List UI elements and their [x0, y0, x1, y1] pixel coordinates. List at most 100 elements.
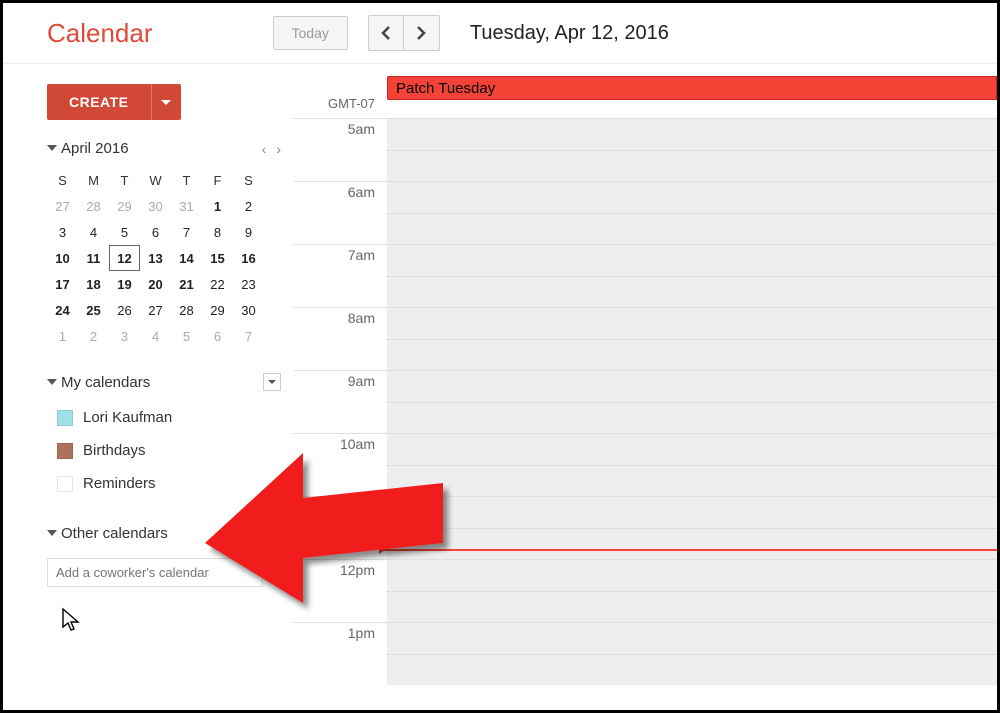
- mini-day-cell[interactable]: 27: [140, 297, 171, 323]
- hour-label: 1pm: [293, 623, 387, 685]
- mini-day-cell[interactable]: 20: [140, 271, 171, 297]
- mini-day-cell[interactable]: 26: [109, 297, 140, 323]
- mini-day-cell[interactable]: 17: [47, 271, 78, 297]
- mini-prev-month-button[interactable]: ‹: [262, 141, 267, 157]
- mini-day-cell[interactable]: 4: [140, 323, 171, 349]
- my-calendars-title: My calendars: [61, 374, 263, 391]
- mini-day-cell[interactable]: 5: [109, 219, 140, 245]
- hour-row[interactable]: 5am: [293, 118, 997, 181]
- hour-row[interactable]: 10am: [293, 433, 997, 496]
- other-calendars-title: Other calendars: [61, 525, 263, 542]
- mini-day-cell[interactable]: 1: [47, 323, 78, 349]
- hour-cell[interactable]: [387, 560, 997, 622]
- mini-day-cell[interactable]: 27: [47, 193, 78, 219]
- allday-event[interactable]: Patch Tuesday: [387, 76, 997, 100]
- mini-day-cell[interactable]: 7: [233, 323, 264, 349]
- mini-dow-label: T: [109, 167, 140, 193]
- collapse-icon: [47, 526, 57, 541]
- other-calendars-header[interactable]: Other calendars: [47, 524, 281, 542]
- mini-day-cell[interactable]: 31: [171, 193, 202, 219]
- mini-day-cell[interactable]: 2: [233, 193, 264, 219]
- mini-day-cell[interactable]: 21: [171, 271, 202, 297]
- mini-day-cell[interactable]: 30: [140, 193, 171, 219]
- hour-label: 8am: [293, 308, 387, 370]
- mini-calendar-title: April 2016: [61, 140, 262, 157]
- mini-day-cell[interactable]: 6: [202, 323, 233, 349]
- hour-cell[interactable]: [387, 245, 997, 307]
- mini-day-cell[interactable]: 13: [140, 245, 171, 271]
- calendar-item[interactable]: Birthdays: [47, 434, 281, 467]
- hour-row[interactable]: 6am: [293, 181, 997, 244]
- mini-day-cell[interactable]: 11: [78, 245, 109, 271]
- mini-day-cell[interactable]: 10: [47, 245, 78, 271]
- mini-day-cell[interactable]: 14: [171, 245, 202, 271]
- mini-dow-label: W: [140, 167, 171, 193]
- hour-row[interactable]: 7am: [293, 244, 997, 307]
- mini-day-cell[interactable]: 23: [233, 271, 264, 297]
- mini-day-cell[interactable]: 2: [78, 323, 109, 349]
- mini-day-cell[interactable]: 29: [202, 297, 233, 323]
- hour-label: 7am: [293, 245, 387, 307]
- hour-row[interactable]: 9am: [293, 370, 997, 433]
- mini-day-cell[interactable]: 4: [78, 219, 109, 245]
- create-button[interactable]: CREATE: [47, 84, 151, 120]
- mini-day-cell[interactable]: 28: [171, 297, 202, 323]
- current-date-display: Tuesday, Apr 12, 2016: [470, 22, 669, 45]
- mini-day-cell[interactable]: 5: [171, 323, 202, 349]
- hour-row[interactable]: 1pm: [293, 622, 997, 685]
- hour-label: 10am: [293, 434, 387, 496]
- header: Calendar Today Tuesday, Apr 12, 2016: [3, 3, 997, 64]
- mini-day-cell[interactable]: 18: [78, 271, 109, 297]
- mini-day-cell[interactable]: 25: [78, 297, 109, 323]
- mini-day-cell[interactable]: 19: [109, 271, 140, 297]
- mini-day-cell[interactable]: 29: [109, 193, 140, 219]
- chevron-right-icon: [416, 26, 426, 40]
- mini-calendar: SMTWTFS272829303112345678910111213141516…: [47, 167, 267, 349]
- day-view: GMT-07 Patch Tuesday 5am6am7am8am9am10am…: [293, 64, 997, 685]
- hour-cell[interactable]: [387, 623, 997, 685]
- mini-day-cell[interactable]: 12: [109, 245, 140, 271]
- prev-day-button[interactable]: [368, 15, 404, 51]
- hour-grid[interactable]: 5am6am7am8am9am10am11am12pm1pm: [293, 118, 997, 685]
- my-calendars-menu-button[interactable]: [263, 373, 281, 391]
- mini-day-cell[interactable]: 24: [47, 297, 78, 323]
- mini-day-cell[interactable]: 30: [233, 297, 264, 323]
- hour-cell[interactable]: [387, 434, 997, 496]
- mini-day-cell[interactable]: 8: [202, 219, 233, 245]
- calendar-item-label: Lori Kaufman: [83, 409, 172, 426]
- mini-day-cell[interactable]: 9: [233, 219, 264, 245]
- chevron-left-icon: [381, 26, 391, 40]
- hour-cell[interactable]: [387, 308, 997, 370]
- app-logo: Calendar: [47, 18, 153, 49]
- collapse-icon[interactable]: [47, 141, 57, 156]
- mini-day-cell[interactable]: 15: [202, 245, 233, 271]
- add-coworker-input[interactable]: [47, 558, 263, 587]
- hour-row[interactable]: 8am: [293, 307, 997, 370]
- calendar-item-label: Birthdays: [83, 442, 146, 459]
- mini-day-cell[interactable]: 6: [140, 219, 171, 245]
- mini-next-month-button[interactable]: ›: [276, 141, 281, 157]
- hour-cell[interactable]: [387, 119, 997, 181]
- hour-row[interactable]: 12pm: [293, 559, 997, 622]
- mini-day-cell[interactable]: 3: [47, 219, 78, 245]
- mini-day-cell[interactable]: 16: [233, 245, 264, 271]
- calendar-item[interactable]: Lori Kaufman: [47, 401, 281, 434]
- mini-dow-label: S: [47, 167, 78, 193]
- mini-day-cell[interactable]: 1: [202, 193, 233, 219]
- mini-day-cell[interactable]: 28: [78, 193, 109, 219]
- date-nav: [368, 15, 440, 51]
- today-button[interactable]: Today: [273, 16, 348, 50]
- create-dropdown-button[interactable]: [151, 84, 181, 120]
- my-calendars-header[interactable]: My calendars: [47, 373, 281, 391]
- calendar-item[interactable]: Reminders: [47, 467, 281, 500]
- mini-day-cell[interactable]: 3: [109, 323, 140, 349]
- calendar-color-swatch: [57, 476, 73, 492]
- mini-day-cell[interactable]: 22: [202, 271, 233, 297]
- hour-cell[interactable]: [387, 182, 997, 244]
- hour-cell[interactable]: [387, 371, 997, 433]
- mini-day-cell[interactable]: 7: [171, 219, 202, 245]
- timezone-label: GMT-07: [293, 76, 387, 118]
- other-calendars-menu-button[interactable]: [263, 524, 281, 542]
- hour-label: 9am: [293, 371, 387, 433]
- next-day-button[interactable]: [404, 15, 440, 51]
